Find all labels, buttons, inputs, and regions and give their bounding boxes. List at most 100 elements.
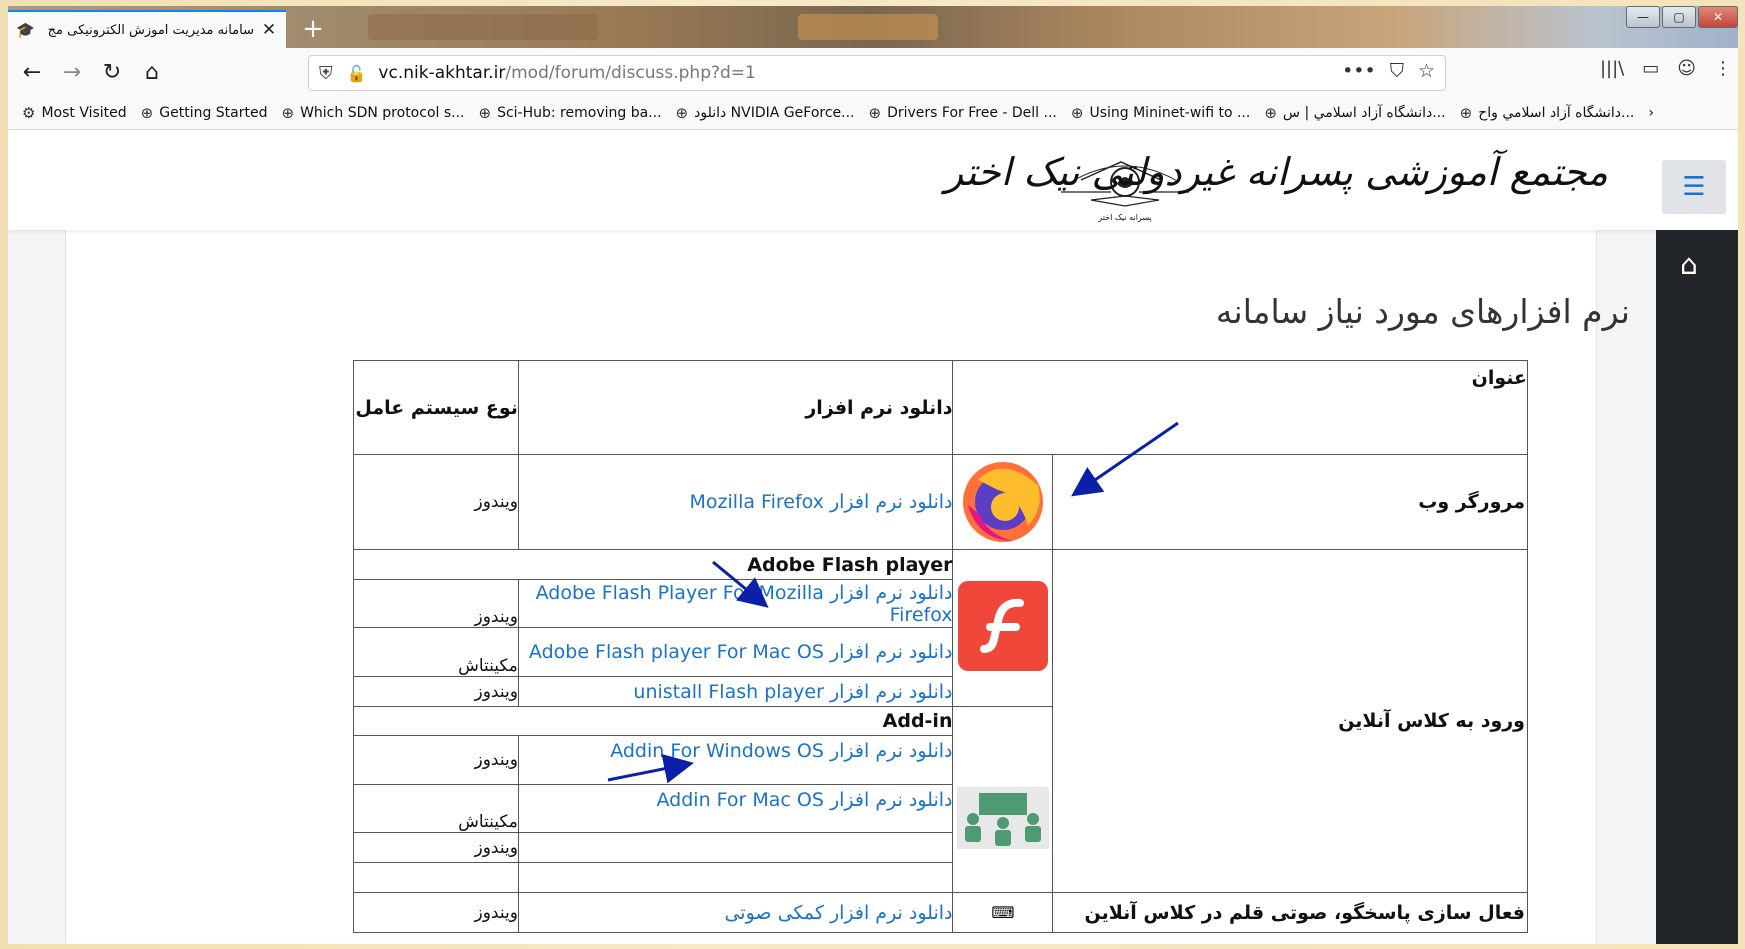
software-table: عنوان دانلود نرم افزار نوع سیستم عامل مر… <box>352 360 1528 933</box>
os-label: ویندوز <box>353 735 519 785</box>
blurred-tab[interactable] <box>368 14 598 40</box>
bookmark-item[interactable]: ⊕ دانلود NVIDIA GeForce... <box>676 104 855 122</box>
tab-strip: 🎓 سامانه مدیریت آموزش الکترونیکی مج ✕ + … <box>8 6 1738 48</box>
library-icon[interactable]: |||\ <box>1600 58 1624 79</box>
sidebar-icon[interactable]: ▭ <box>1642 58 1659 79</box>
os-label: ویندوز <box>353 676 519 707</box>
addin-mac-download-link[interactable]: دانلود نرم افزار Addin For Mac OS <box>517 784 954 833</box>
flash-uninstall-download-link[interactable]: دانلود نرم افزار unistall Flash player <box>517 676 954 707</box>
audio-download-link[interactable]: دانلود نرم افزار کمکی صوتی <box>517 892 954 933</box>
globe-icon: ⊕ <box>140 103 154 122</box>
bookmarks-overflow-button[interactable]: › <box>1648 105 1654 121</box>
keyboard-icon: ⌨ <box>952 892 1054 933</box>
bookmark-item[interactable]: ⊕ Using Mininet-wifi to ... <box>1071 104 1250 122</box>
home-icon[interactable]: ⌂ <box>1680 248 1698 281</box>
gear-icon: ⚙ <box>22 103 36 122</box>
pocket-icon[interactable]: ⛉ <box>1390 60 1404 82</box>
close-window-button[interactable]: ✕ <box>1698 6 1738 28</box>
category-audio: فعال سازی پاسخگو، صوتی قلم در کلاس آنلای… <box>1052 892 1528 933</box>
web-page: پسرانه نیک اختر مجتمع آموزشی پسرانه غیرد… <box>8 130 1738 944</box>
table-row: ورود به کلاس آنلاین Adobe Flash player <box>352 549 1528 893</box>
bookmark-label: Using Mininet-wifi to ... <box>1089 104 1251 121</box>
chevron-right-icon: › <box>1648 104 1654 121</box>
table-header-row: عنوان دانلود نرم افزار نوع سیستم عامل <box>353 360 1528 455</box>
firefox-download-link[interactable]: دانلود نرم افزار Mozilla Firefox <box>517 454 954 550</box>
globe-icon: ⊕ <box>868 103 882 122</box>
globe-icon: ⊕ <box>1070 103 1084 122</box>
browser-window: 🎓 سامانه مدیریت آموزش الکترونیکی مج ✕ + … <box>8 6 1738 944</box>
addin-logo-cell <box>952 706 1054 893</box>
header-download: دانلود نرم افزار <box>517 360 954 455</box>
site-logo-text[interactable]: مجتمع آموزشی پسرانه غیردولتی نیک اختر <box>945 150 1608 194</box>
section-title: نرم افزارهای مورد نیاز سامانه <box>1215 292 1630 331</box>
back-button[interactable]: ← <box>12 60 52 85</box>
bookmark-item[interactable]: ⊕ Which SDN protocol s... <box>282 104 465 122</box>
bookmark-label: Most Visited <box>41 104 127 121</box>
blurred-tab[interactable] <box>798 14 938 40</box>
bookmark-item[interactable]: ⊕ Getting Started <box>141 104 268 122</box>
filler-cell <box>353 862 519 893</box>
shield-icon: ⛨ <box>319 62 333 84</box>
forward-button[interactable]: → <box>52 60 92 85</box>
graduation-cap-icon: 🎓 <box>16 21 35 39</box>
bookmark-item[interactable]: ⊕ دانشگاه آزاد اسلامي واح... <box>1460 104 1635 122</box>
tab-title: سامانه مدیریت آموزش الکترونیکی مج <box>47 22 254 38</box>
firefox-logo-cell <box>952 454 1054 550</box>
account-icon[interactable]: ☺ <box>1677 58 1696 79</box>
globe-icon: ⊕ <box>675 103 689 122</box>
new-tab-button[interactable]: + <box>298 14 328 44</box>
os-label: مکینتاش <box>353 627 519 677</box>
menu-toggle-button[interactable]: ☰ <box>1662 160 1726 214</box>
tab-active[interactable]: 🎓 سامانه مدیریت آموزش الکترونیکی مج ✕ <box>8 10 286 48</box>
bookmark-item[interactable]: ⚙ Most Visited <box>22 104 127 122</box>
header-title: عنوان <box>952 360 1528 455</box>
table-row: مرورگر وب دانلود نرم افزار Mozilla Firef… <box>353 454 1528 550</box>
bookmark-item[interactable]: ⊕ دانشگاه آزاد اسلامي | س... <box>1264 104 1445 122</box>
home-button[interactable]: ⌂ <box>132 60 172 85</box>
bookmark-label: Getting Started <box>159 104 268 121</box>
url-host: vc.nik-akhtar.ir <box>378 63 506 83</box>
window-controls: — ▢ ✕ <box>1626 6 1738 28</box>
bookmark-item[interactable]: ⊕ Drivers For Free - Dell ... <box>869 104 1057 122</box>
firefox-icon[interactable] <box>958 455 1048 545</box>
tab-close-icon[interactable]: ✕ <box>260 20 278 40</box>
classroom-icon[interactable] <box>956 786 1049 849</box>
minimize-button[interactable]: — <box>1626 6 1660 28</box>
navigation-bar: ← → ↻ ⌂ ⛨ 🔓 vc.nik-akhtar.ir/mod/forum/d… <box>8 48 1738 96</box>
flash-mac-download-link[interactable]: دانلود نرم افزار Adobe Flash player For … <box>517 627 954 677</box>
filler-cell <box>517 862 954 893</box>
globe-icon: ⊕ <box>281 103 295 122</box>
os-label: ویندوز <box>353 892 519 933</box>
reload-button[interactable]: ↻ <box>92 60 132 85</box>
table-row: فعال سازی پاسخگو، صوتی قلم در کلاس آنلای… <box>353 892 1528 933</box>
bookmark-item[interactable]: ⊕ Sci-Hub: removing ba... <box>479 104 662 122</box>
category-browser: مرورگر وب <box>1052 454 1528 550</box>
addin-windows-download-link[interactable]: دانلود نرم افزار Addin For Windows OS <box>517 735 954 785</box>
globe-icon: ⊕ <box>1264 103 1277 122</box>
url-path: /mod/forum/discuss.php?d=1 <box>505 63 756 83</box>
globe-icon: ⊕ <box>1459 103 1473 122</box>
os-label: ویندوز <box>353 579 519 628</box>
group-addin: Add-in <box>352 706 954 736</box>
os-label: مکینتاش <box>353 784 519 833</box>
bookmark-label: Which SDN protocol s... <box>300 104 465 121</box>
side-drawer: ⌂ <box>1656 230 1738 944</box>
site-header: پسرانه نیک اختر مجتمع آموزشی پسرانه غیرد… <box>8 130 1738 230</box>
flash-logo-cell <box>952 549 1054 707</box>
bookmark-label: Sci-Hub: removing ba... <box>497 104 662 121</box>
empty-link-cell <box>517 832 954 863</box>
bookmark-label: دانلود NVIDIA GeForce... <box>694 104 855 121</box>
flash-firefox-download-link[interactable]: دانلود نرم افزار Adobe Flash Player For … <box>517 579 954 628</box>
bookmark-label: دانشگاه آزاد اسلامي | س... <box>1282 104 1446 121</box>
globe-icon: ⊕ <box>478 103 492 122</box>
url-bar[interactable]: ⛨ 🔓 vc.nik-akhtar.ir/mod/forum/discuss.p… <box>308 55 1446 91</box>
emblem-caption: پسرانه نیک اختر <box>1097 213 1151 222</box>
group-flash-player: Adobe Flash player <box>352 549 954 580</box>
maximize-button[interactable]: ▢ <box>1662 6 1696 28</box>
os-label: ویندوز <box>353 832 519 863</box>
bookmark-star-icon[interactable]: ☆ <box>1418 60 1435 82</box>
os-label: ویندوز <box>353 454 519 550</box>
page-actions-icon[interactable]: ••• <box>1342 60 1376 82</box>
flash-player-icon[interactable] <box>957 581 1048 671</box>
menu-icon[interactable]: ⋮ <box>1714 58 1732 79</box>
